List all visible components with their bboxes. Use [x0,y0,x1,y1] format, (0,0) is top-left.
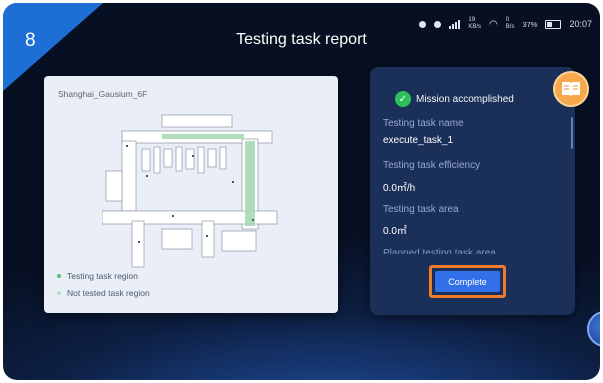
legend-not-tested-label: Not tested task region [67,288,150,298]
mission-status: ✓ Mission accomplished [395,91,514,107]
legend-not-tested-dot [57,291,61,295]
mission-status-text: Mission accomplished [416,93,514,105]
wifi-icon: ◠ [489,18,498,30]
scrollbar[interactable] [571,117,573,149]
complete-button-highlight: Complete [429,265,506,298]
status-bar: 19 KB/s ◠ 0 B/s 37% 20:07 [419,17,592,31]
clock: 20:07 [569,19,592,29]
task-efficiency-label: Testing task efficiency [383,160,481,171]
page-title: Testing task report [236,31,367,48]
floor-map[interactable] [102,111,282,271]
app-frame: 8 Testing task report 19 KB/s ◠ 0 B/s 37% … [3,3,600,380]
wifi-speed: 0 B/s [505,17,515,30]
task-name-label: Testing task name [383,118,464,129]
task-area-label: Testing task area [383,204,459,215]
legend-tested-dot [57,274,61,278]
book-icon-glyph [562,82,580,97]
check-circle-icon: ✓ [395,91,411,107]
map-panel: Shanghai_Gausium_6F Testing task region … [44,76,338,313]
net-speed: 19 KB/s [468,17,482,30]
battery-icon [545,19,562,29]
task-efficiency-value: 0.0㎡/h [383,183,416,194]
battery-percent: 37% [522,19,538,29]
planned-area-label: Planned testing task area [383,248,496,254]
task-area-value: 0.0㎡ [383,226,407,237]
task-name-value: execute_task_1 [383,135,454,146]
legend-not-tested: Not tested task region [57,288,150,298]
book-icon[interactable] [553,71,589,107]
floating-action-button[interactable] [587,311,600,347]
map-name: Shanghai_Gausium_6F [58,89,148,99]
legend-tested: Testing task region [57,271,138,281]
notification-icon [419,20,427,28]
signal-icon [449,19,461,29]
complete-button[interactable]: Complete [435,271,500,292]
location-icon [434,20,442,28]
report-panel: ✓ Mission accomplished Testing task name… [370,67,575,315]
legend-tested-label: Testing task region [67,271,138,281]
